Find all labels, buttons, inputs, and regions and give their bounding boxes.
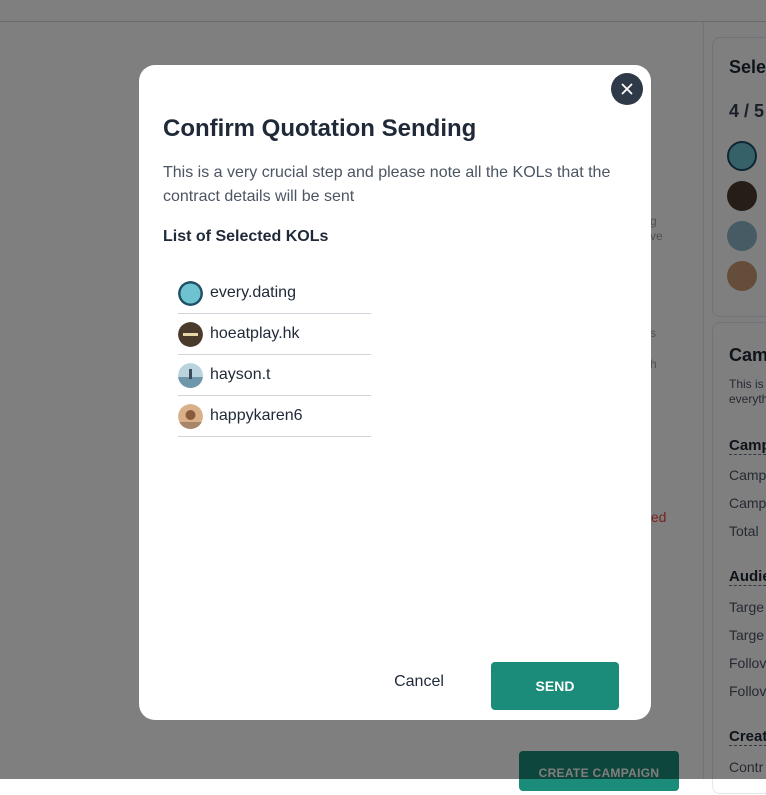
- kol-list-title: List of Selected KOLs: [163, 228, 329, 245]
- close-icon: [621, 83, 633, 95]
- list-item: every.dating: [178, 273, 371, 314]
- avatar: [178, 280, 203, 306]
- avatar: [178, 403, 203, 429]
- kol-name: hayson.t: [210, 366, 271, 383]
- confirm-quotation-modal: Confirm Quotation Sending This is a very…: [139, 65, 651, 720]
- cancel-button[interactable]: Cancel: [369, 663, 469, 701]
- kol-list: every.dating hoeatplay.hk hayson.t happy…: [178, 273, 371, 437]
- avatar: [178, 321, 203, 347]
- modal-title: Confirm Quotation Sending: [163, 115, 477, 142]
- list-item: hoeatplay.hk: [178, 314, 371, 355]
- kol-name: every.dating: [210, 284, 296, 301]
- modal-description: This is a very crucial step and please n…: [163, 164, 611, 205]
- close-button[interactable]: [611, 73, 643, 105]
- avatar: [178, 362, 203, 388]
- list-item: hayson.t: [178, 355, 371, 396]
- kol-name: hoeatplay.hk: [210, 325, 300, 342]
- list-item: happykaren6: [178, 396, 371, 437]
- kol-name: happykaren6: [210, 407, 303, 424]
- send-button[interactable]: SEND: [491, 662, 619, 710]
